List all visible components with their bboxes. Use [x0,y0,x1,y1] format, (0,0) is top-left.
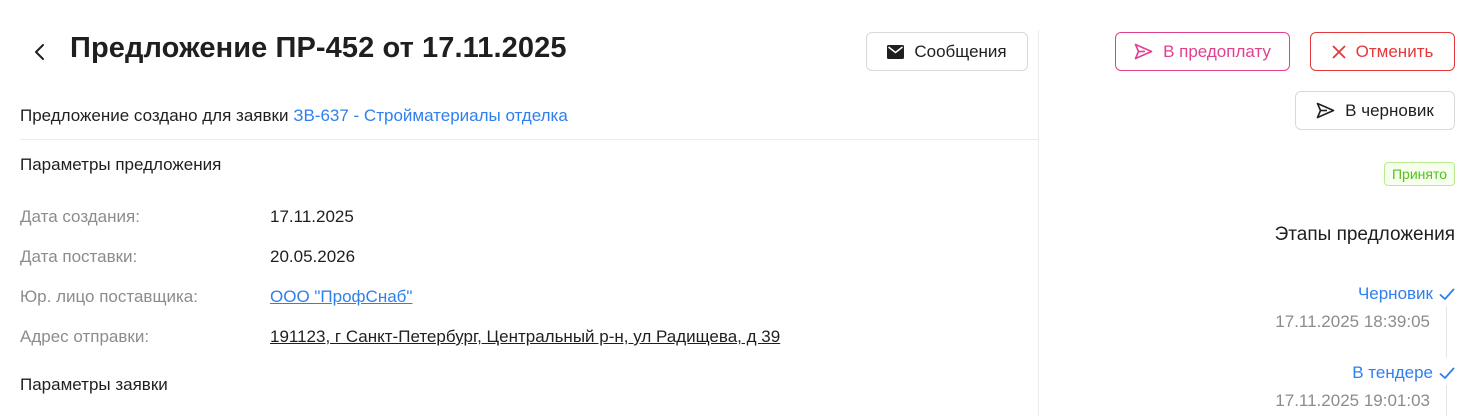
to-draft-button-label: В черновик [1345,100,1434,120]
delivery-date-value: 20.05.2026 [270,247,356,266]
close-icon [1332,45,1346,58]
messages-button-label: Сообщения [914,41,1007,61]
status-badge: Принято [1383,162,1455,186]
back-button[interactable] [26,36,54,68]
request-info-prefix: Предложение создано для заявки [20,106,289,125]
supplier-entity-label: Юр. лицо поставщика: [20,287,198,306]
offer-params-title: Параметры предложения [20,155,222,174]
to-draft-button[interactable]: В черновик [1295,91,1455,130]
shipping-address-link[interactable]: 191123, г Санкт-Петербург, Центральный р… [270,327,780,347]
check-icon [1439,367,1455,379]
cancel-button-label: Отменить [1355,41,1434,61]
delivery-date-label: Дата поставки: [20,247,138,266]
request-info: Предложение создано для заявки ЗВ-637 - … [20,106,568,126]
request-params-title: Параметры заявки [20,375,168,394]
shipping-address-label: Адрес отправки: [20,327,150,346]
page-title: Предложение ПР-452 от 17.11.2025 [70,32,567,64]
cancel-button[interactable]: Отменить [1310,32,1455,71]
stage-name-label: В тендере [1352,363,1433,382]
send-icon [1316,102,1335,119]
messages-button[interactable]: Сообщения [866,32,1028,71]
request-link[interactable]: ЗВ-637 - Стройматериалы отделка [293,106,568,125]
stage-item-time: 17.11.2025 18:39:05 [1275,312,1430,331]
stage-item-time: 17.11.2025 19:01:03 [1275,391,1430,410]
creation-date-value: 17.11.2025 [270,207,354,226]
section-divider [20,139,1038,140]
creation-date-label: Дата создания: [20,207,140,226]
supplier-entity-link[interactable]: ООО "ПрофСнаб" [270,287,412,307]
stage-connector [1446,385,1447,416]
column-divider [1038,30,1039,416]
stage-connector [1446,306,1447,358]
stages-title: Этапы предложения [1274,224,1455,245]
send-icon [1134,43,1153,60]
check-icon [1439,288,1455,300]
prepay-button[interactable]: В предоплату [1115,32,1290,71]
envelope-icon [887,44,905,59]
stage-item-name: В тендере [1352,363,1455,383]
prepay-button-label: В предоплату [1163,41,1271,61]
chevron-left-icon [35,44,44,60]
stage-item-name: Черновик [1358,284,1455,304]
stage-name-label: Черновик [1357,284,1433,303]
